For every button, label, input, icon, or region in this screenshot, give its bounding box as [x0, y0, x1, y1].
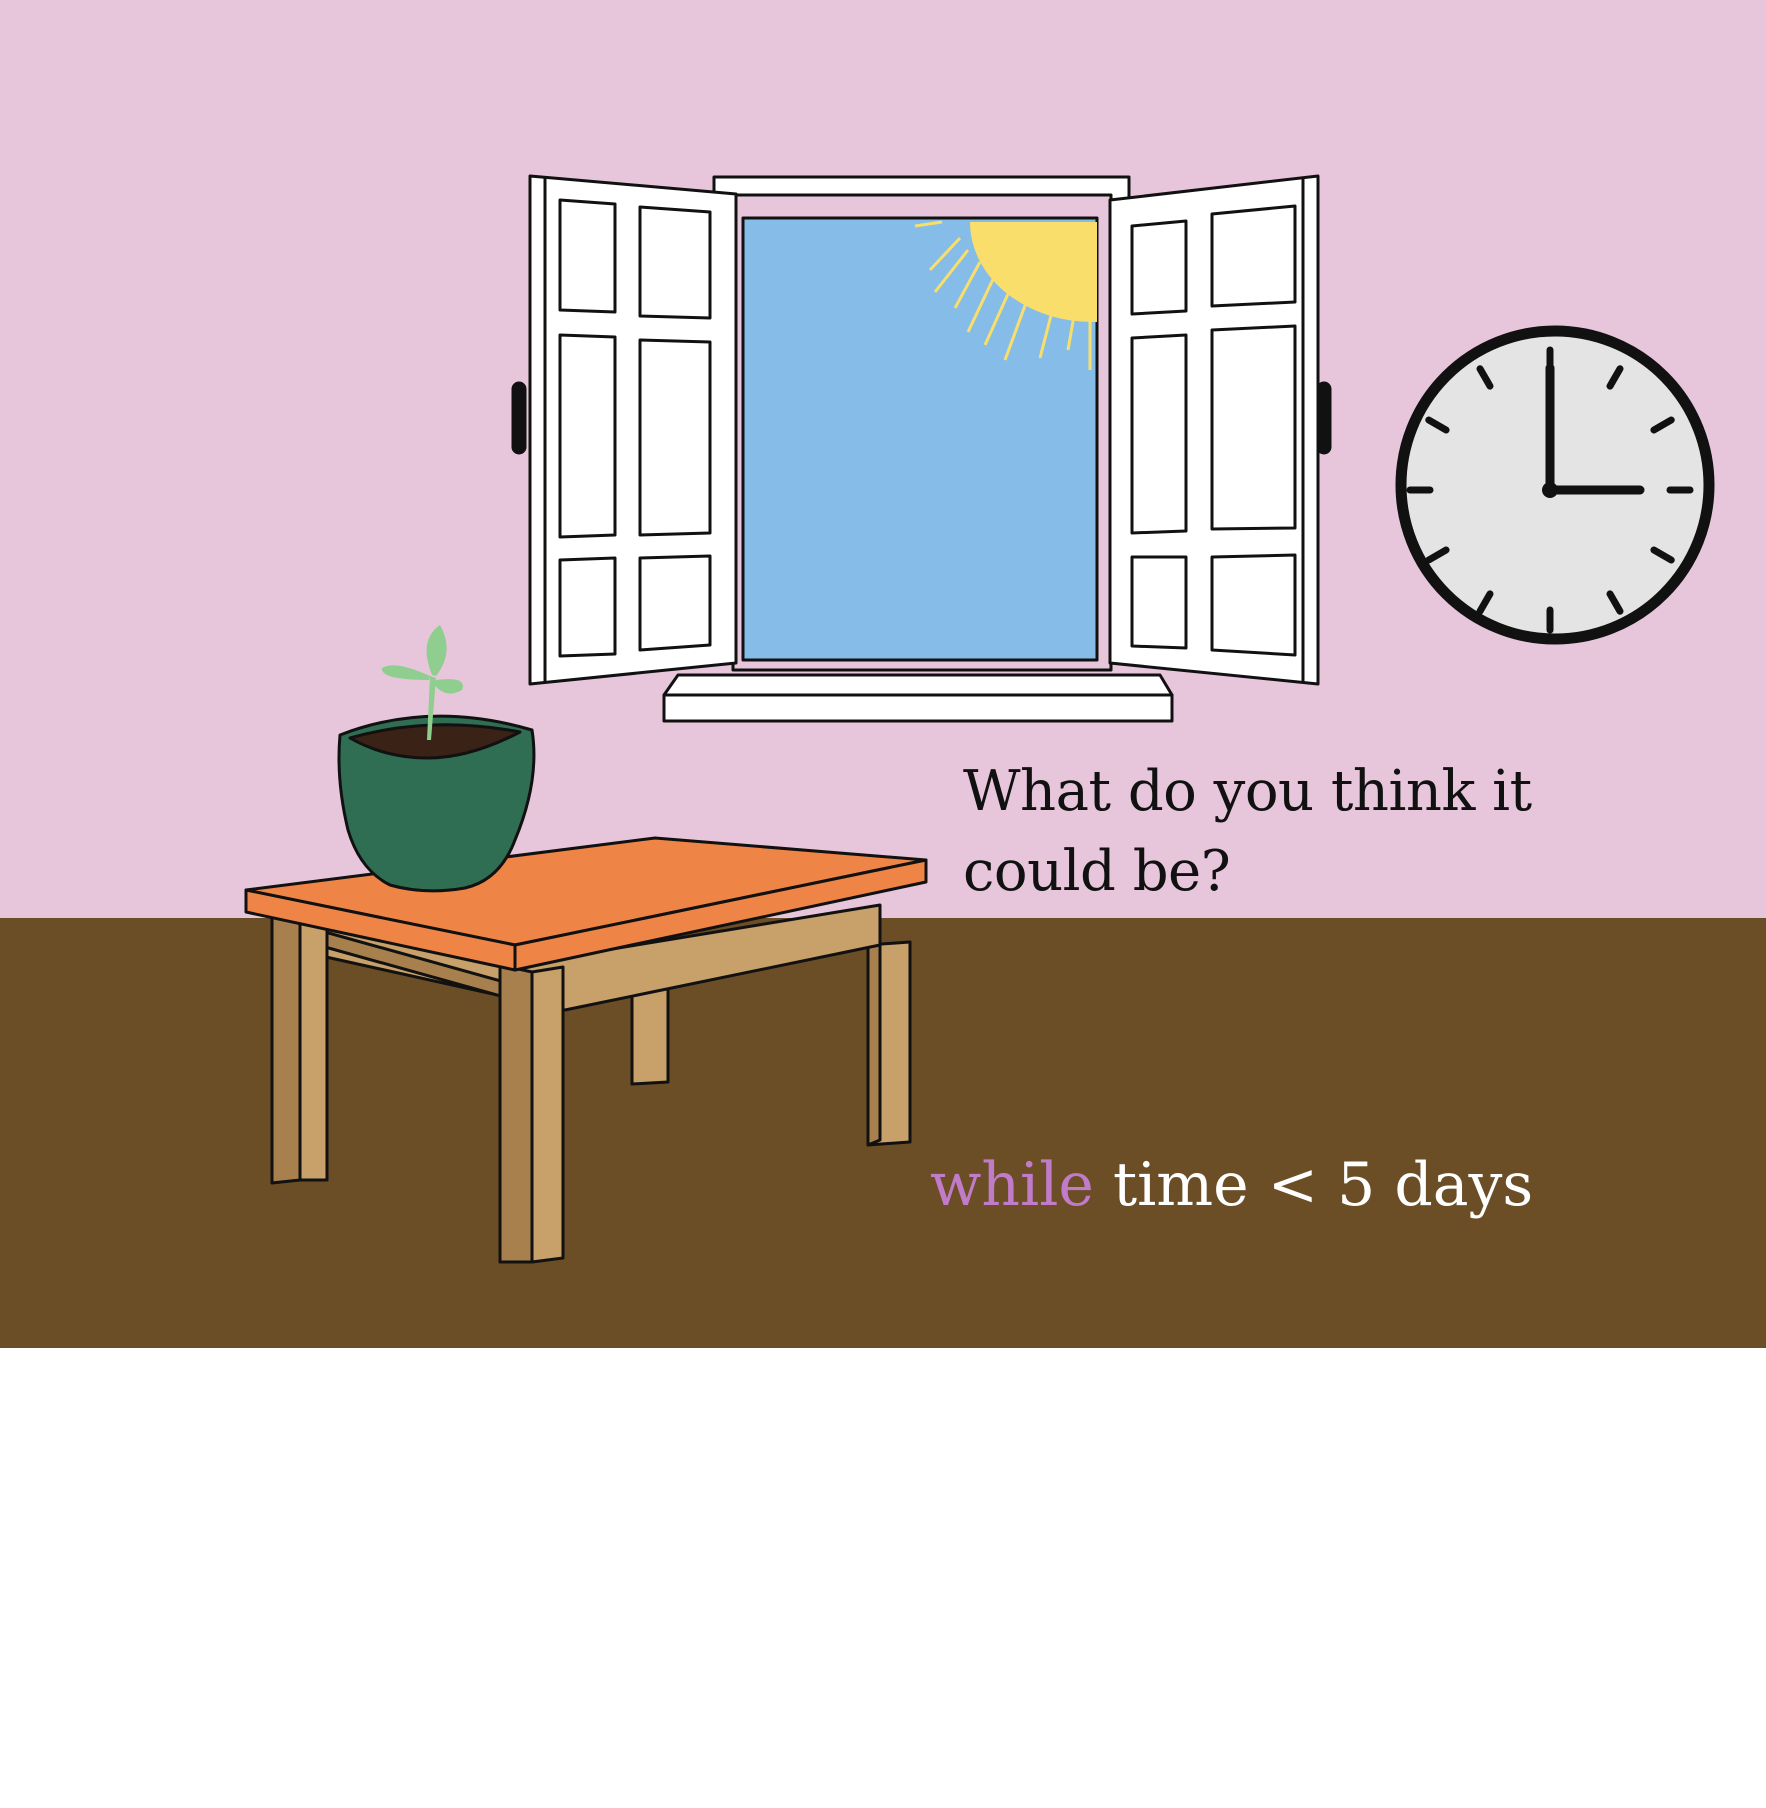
code-condition: time < 5 days [1112, 1150, 1534, 1220]
code-line-2: growth = ? [1015, 1399, 1353, 1469]
question-line-2: could be? [963, 839, 1231, 904]
code-line-1: while time < 5 days [930, 1144, 1533, 1227]
pseudocode-block: while time < 5 days growth = ? time = ? [930, 978, 1533, 1808]
question-text: What do you think it could be? [963, 752, 1723, 912]
code-keyword: while [930, 1150, 1094, 1220]
code-line-3: time = ? [1015, 1648, 1272, 1718]
question-line-1: What do you think it [963, 759, 1532, 824]
window [511, 174, 1332, 723]
wall-clock [1395, 325, 1715, 645]
